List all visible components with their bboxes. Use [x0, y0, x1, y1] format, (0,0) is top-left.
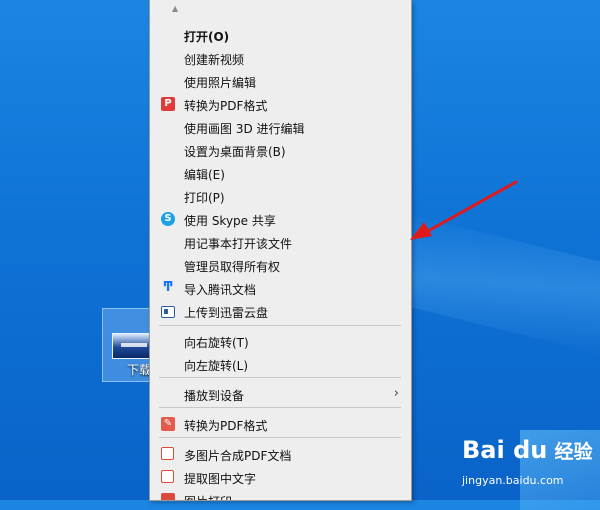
watermark-url: jingyan.baidu.com — [462, 474, 564, 487]
arrow-head — [410, 222, 432, 240]
baidu-logo: Bai du — [462, 436, 548, 464]
arrow-shaft — [426, 180, 518, 233]
annotation-arrow — [410, 180, 518, 240]
watermark-brand: 经验 — [554, 441, 593, 463]
baidu-jingyan-watermark: Bai du 经验 jingyan.baidu.com — [462, 436, 593, 487]
